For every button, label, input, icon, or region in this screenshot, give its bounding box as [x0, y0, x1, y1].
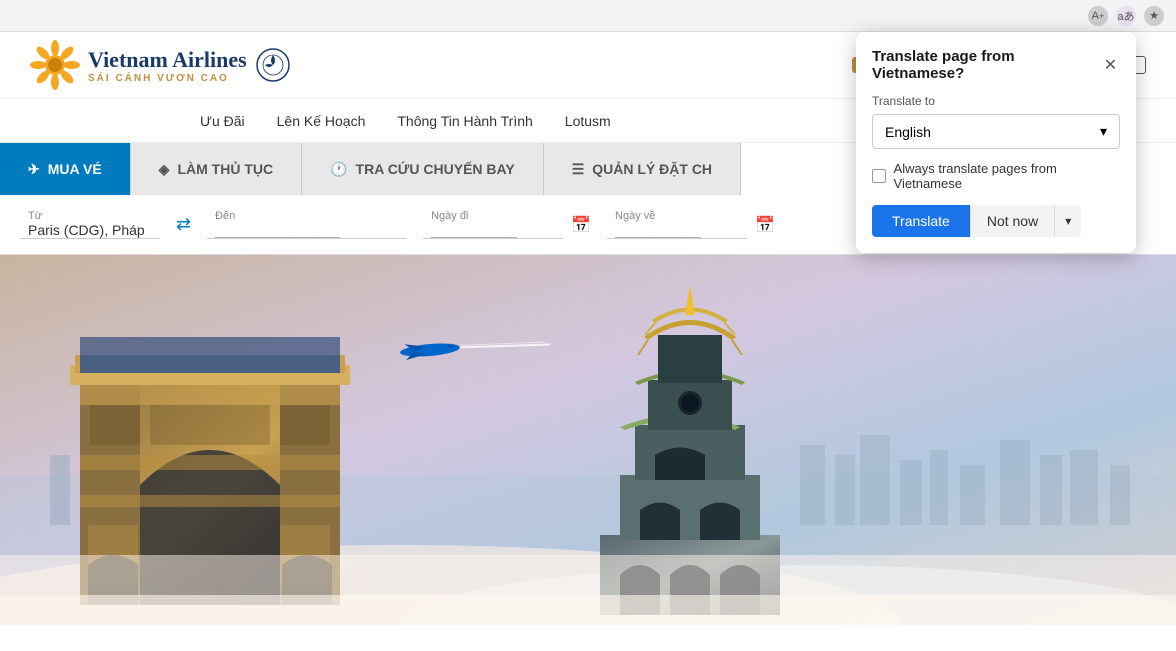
- selected-language: English: [885, 124, 931, 140]
- font-size-icon[interactable]: A+: [1088, 6, 1108, 26]
- logo-subtitle: SÁI CÁNH VƯƠN CAO: [88, 73, 247, 84]
- close-button[interactable]: ✕: [1101, 55, 1120, 75]
- translate-to-label: Translate to: [872, 94, 1120, 108]
- more-options-button[interactable]: ▾: [1054, 205, 1081, 237]
- tab-mua-ve[interactable]: ✈ MUA VÉ: [0, 143, 131, 195]
- not-now-button[interactable]: Not now: [970, 205, 1054, 237]
- from-field[interactable]: Từ Paris (CDG), Pháp: [20, 210, 160, 239]
- tab-quan-ly-label: QUẢN LÝ ĐẶT CH: [592, 161, 712, 177]
- nav-uu-dai[interactable]: Ưu Đãi: [200, 113, 245, 129]
- nav-lotus[interactable]: Lotusm: [565, 113, 611, 129]
- popup-title: Translate page from Vietnamese?: [872, 48, 1101, 82]
- always-translate-row[interactable]: Always translate pages from Vietnamese: [872, 161, 1120, 191]
- tab-mua-ve-label: MUA VÉ: [48, 161, 102, 177]
- chevron-down-icon: ▾: [1100, 123, 1107, 140]
- plane-icon: ✈: [28, 161, 40, 178]
- tab-tra-cuu-label: TRA CỨU CHUYẾN BAY: [356, 161, 515, 177]
- tab-quan-ly[interactable]: ☰ QUẢN LÝ ĐẶT CH: [544, 143, 741, 195]
- swap-button[interactable]: ⇄: [176, 214, 191, 235]
- calendar-return-icon: 📅: [755, 215, 775, 235]
- translate-popup: Translate page from Vietnamese? ✕ Transl…: [856, 32, 1136, 253]
- from-value: Paris (CDG), Pháp: [28, 222, 152, 238]
- crane-emblem: [255, 47, 291, 83]
- tab-lam-thu-tuc[interactable]: ◈ LÀM THỦ TỤC: [131, 143, 302, 195]
- depart-label: Ngày đi: [431, 210, 555, 222]
- logo-icon: [30, 40, 80, 90]
- tab-tra-cuu[interactable]: 🕐 TRA CỨU CHUYẾN BAY: [302, 143, 544, 195]
- from-label: Từ: [28, 210, 152, 222]
- to-label: Đến: [215, 210, 399, 222]
- favorite-icon[interactable]: ★: [1144, 6, 1164, 26]
- always-translate-checkbox[interactable]: [872, 169, 886, 183]
- list-icon: ☰: [572, 161, 585, 178]
- nav-ke-hoach[interactable]: Lên Kế Hoạch: [277, 113, 366, 129]
- return-label: Ngày về: [615, 210, 739, 222]
- tab-lam-thu-tuc-label: LÀM THỦ TỤC: [177, 161, 273, 177]
- browser-bar: A+ aあ ★: [0, 0, 1176, 32]
- translate-browser-icon[interactable]: aあ: [1116, 6, 1136, 26]
- nav-hanh-trinh[interactable]: Thông Tin Hành Trình: [397, 113, 532, 129]
- to-field[interactable]: Đến ________________: [207, 210, 407, 239]
- popup-header: Translate page from Vietnamese? ✕: [872, 48, 1120, 82]
- popup-actions: Translate Not now ▾: [872, 205, 1120, 237]
- language-select[interactable]: English ▾: [872, 114, 1120, 149]
- hero-svg: [0, 255, 1176, 625]
- return-value: ___________: [615, 222, 739, 238]
- calendar-icon: 📅: [571, 215, 591, 235]
- checkin-icon: ◈: [159, 161, 170, 178]
- logo-area[interactable]: Vietnam Airlines SÁI CÁNH VƯƠN CAO: [30, 40, 291, 90]
- logo-title: Vietnam Airlines: [88, 47, 247, 73]
- logo-text: Vietnam Airlines SÁI CÁNH VƯƠN CAO: [88, 47, 247, 84]
- clock-icon: 🕐: [330, 161, 347, 178]
- hero-section: [0, 255, 1176, 625]
- depart-date-field[interactable]: Ngày đi ___________ 📅: [423, 210, 591, 239]
- depart-value: ___________: [431, 222, 555, 238]
- always-translate-label: Always translate pages from Vietnamese: [894, 161, 1120, 191]
- translate-button[interactable]: Translate: [872, 205, 970, 237]
- to-value: ________________: [215, 222, 399, 238]
- return-date-field[interactable]: Ngày về ___________ 📅: [607, 210, 775, 239]
